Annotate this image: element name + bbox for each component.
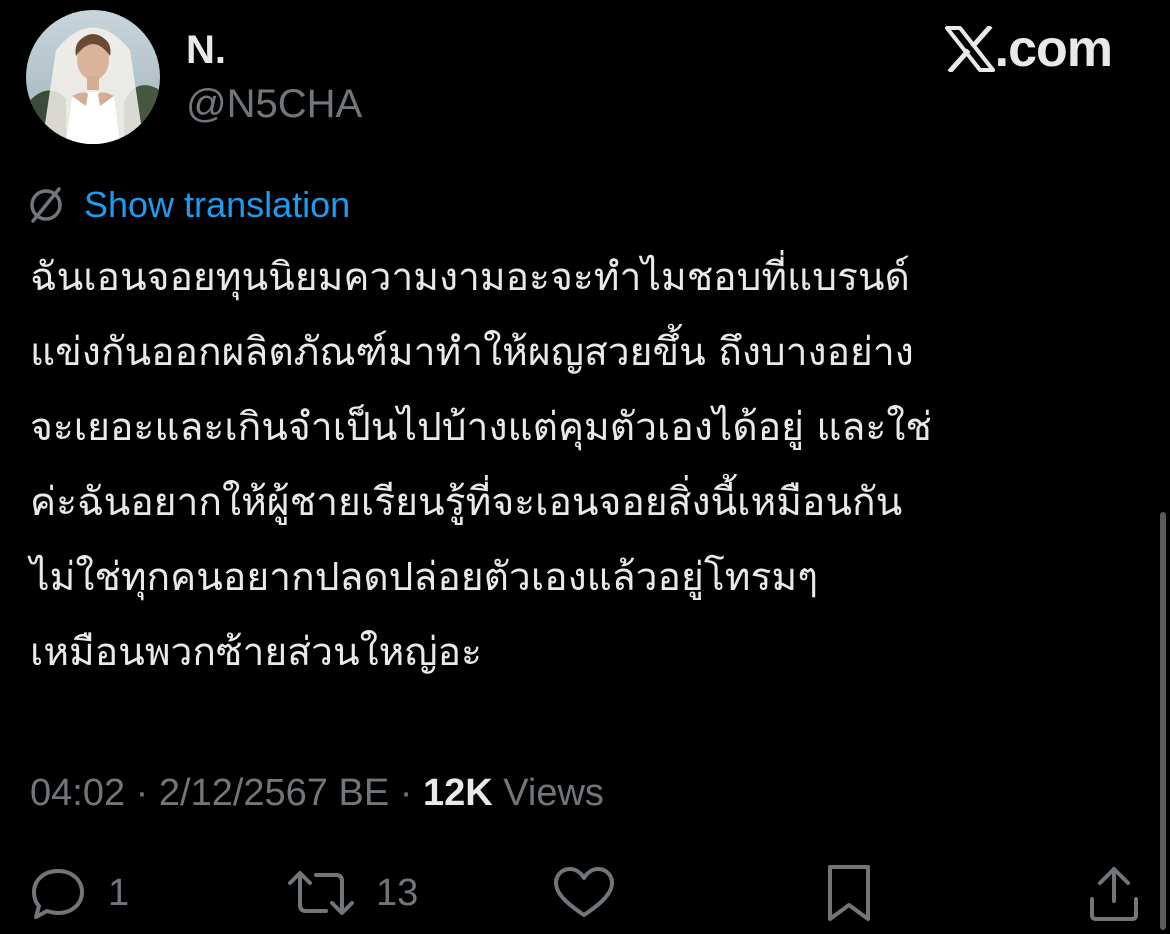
share-button[interactable] bbox=[1086, 860, 1142, 926]
brand-text: .com bbox=[994, 20, 1113, 78]
heart-icon bbox=[554, 867, 614, 917]
meta-separator: · bbox=[125, 772, 159, 814]
tweet-line: ฉันเอนจอยทุนนิยมความงามอะจะทำไมชอบที่แบร… bbox=[30, 255, 910, 300]
tweet-line: แข่งกันออกผลิตภัณฑ์มาทำให้ผญสวยขึ้น ถึงบ… bbox=[30, 330, 914, 375]
avatar[interactable] bbox=[26, 10, 160, 144]
globe-icon bbox=[30, 187, 62, 223]
share-icon bbox=[1090, 867, 1138, 921]
tweet-line: เหมือนพวกซ้ายส่วนใหญ่อะ bbox=[30, 630, 482, 675]
reply-count: 1 bbox=[108, 871, 130, 914]
meta-separator: · bbox=[389, 772, 423, 814]
action-bar: 1 13 bbox=[0, 860, 1170, 926]
tweet-meta: 04:02 · 2/12/2567 BE · 12K Views bbox=[30, 768, 604, 818]
tweet-time[interactable]: 04:02 bbox=[30, 772, 125, 814]
views-count: 12K bbox=[422, 772, 493, 814]
tweet-text: ฉันเอนจอยทุนนิยมความงามอะจะทำไมชอบที่แบร… bbox=[30, 240, 1140, 690]
tweet-line: จะเยอะและเกินจำเป็นไปบ้างแต่คุมตัวเองได้… bbox=[30, 405, 932, 450]
like-button[interactable] bbox=[552, 860, 616, 926]
x-logo-icon bbox=[944, 26, 995, 72]
tweet-line: ไม่ใช่ทุกคนอยากปลดปล่อยตัวเองแล้วอยู่โทร… bbox=[30, 555, 819, 600]
scrollbar[interactable] bbox=[1160, 512, 1166, 930]
author-handle[interactable]: @N5CHA bbox=[186, 82, 362, 126]
reply-button[interactable]: 1 bbox=[28, 860, 129, 926]
retweet-button[interactable]: 13 bbox=[286, 860, 418, 926]
author-display-name[interactable]: N. bbox=[186, 28, 226, 72]
retweet-icon bbox=[288, 871, 354, 915]
bookmark-icon bbox=[828, 865, 870, 921]
tweet-line: ค่ะฉันอยากให้ผู้ชายเรียนรู้ที่จะเอนจอยสิ… bbox=[30, 480, 903, 525]
x-com-brand: .com bbox=[944, 20, 1113, 78]
views-label: Views bbox=[492, 772, 604, 814]
bookmark-button[interactable] bbox=[824, 860, 874, 926]
reply-icon bbox=[32, 869, 84, 919]
retweet-count: 13 bbox=[376, 871, 419, 914]
show-translation-link[interactable]: Show translation bbox=[84, 182, 350, 228]
tweet-date[interactable]: 2/12/2567 BE bbox=[159, 772, 389, 814]
avatar-photo bbox=[26, 10, 160, 144]
show-translation-row[interactable]: Show translation bbox=[26, 182, 350, 228]
